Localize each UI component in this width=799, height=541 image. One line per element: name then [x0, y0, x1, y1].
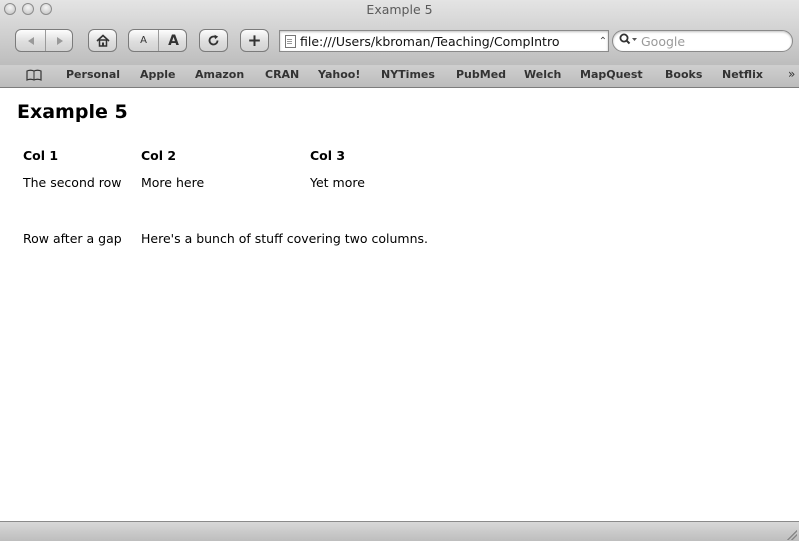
browser-toolbar: Example 5 A A + file:///Users/kbroman/Te… [0, 0, 799, 66]
bookmark-mapquest[interactable]: MapQuest [580, 68, 643, 81]
bookmark-apple[interactable]: Apple [140, 68, 176, 81]
table-header-col1: Col 1 [23, 148, 59, 163]
home-button[interactable] [88, 29, 117, 52]
bookmark-pubmed[interactable]: PubMed [456, 68, 506, 81]
search-icon[interactable] [619, 33, 641, 49]
table-cell-r2c3: Yet more [310, 175, 365, 190]
address-bar[interactable]: file:///Users/kbroman/Teaching/CompIntro… [279, 30, 609, 52]
bookmark-netflix[interactable]: Netflix [722, 68, 763, 81]
back-forward-control [15, 29, 73, 52]
table-cell-r2c1: The second row [23, 175, 122, 190]
scroll-indicator-icon: ⌃ [598, 35, 608, 47]
back-button[interactable] [16, 30, 45, 51]
bookmark-books[interactable]: Books [665, 68, 702, 81]
open-book-icon[interactable] [26, 69, 42, 85]
page-heading: Example 5 [17, 101, 128, 123]
forward-button[interactable] [46, 30, 74, 51]
search-input[interactable] [641, 33, 781, 49]
forward-arrow-icon [57, 36, 63, 45]
reload-icon [208, 34, 219, 46]
text-bigger-button[interactable]: A [159, 33, 188, 49]
table-cell-r4c1: Row after a gap [23, 231, 122, 246]
text-size-control: A A [128, 29, 187, 52]
back-arrow-icon [27, 36, 34, 45]
bookmark-personal[interactable]: Personal [66, 68, 120, 81]
search-field[interactable] [612, 30, 793, 52]
reload-button[interactable] [199, 29, 228, 52]
bookmarks-bar: Personal Apple Amazon CRAN Yahoo! NYTime… [0, 65, 799, 88]
page-content: Example 5 Col 1 Col 2 Col 3 The second r… [0, 88, 799, 520]
bookmark-yahoo[interactable]: Yahoo! [318, 68, 360, 81]
resize-grip-icon[interactable] [787, 530, 797, 540]
bookmark-nytimes[interactable]: NYTimes [381, 68, 435, 81]
table-header-col3: Col 3 [310, 148, 346, 163]
bookmark-cran[interactable]: CRAN [265, 68, 299, 81]
home-icon [95, 34, 110, 47]
bookmarks-overflow-button[interactable]: » [788, 67, 795, 81]
bookmark-welch[interactable]: Welch [524, 68, 561, 81]
status-bar [0, 521, 799, 541]
table-cell-r4-colspan: Here's a bunch of stuff covering two col… [141, 231, 428, 246]
url-text[interactable]: file:///Users/kbroman/Teaching/CompIntro [300, 34, 598, 49]
page-icon [285, 34, 296, 48]
window-title: Example 5 [366, 2, 433, 17]
browser-window: Example 5 A A + file:///Users/kbroman/Te… [0, 0, 799, 541]
add-bookmark-button[interactable]: + [240, 29, 269, 52]
text-smaller-button[interactable]: A [129, 35, 158, 46]
table-cell-r2c2: More here [141, 175, 205, 190]
bookmark-amazon[interactable]: Amazon [195, 68, 244, 81]
table-header-col2: Col 2 [141, 148, 177, 163]
